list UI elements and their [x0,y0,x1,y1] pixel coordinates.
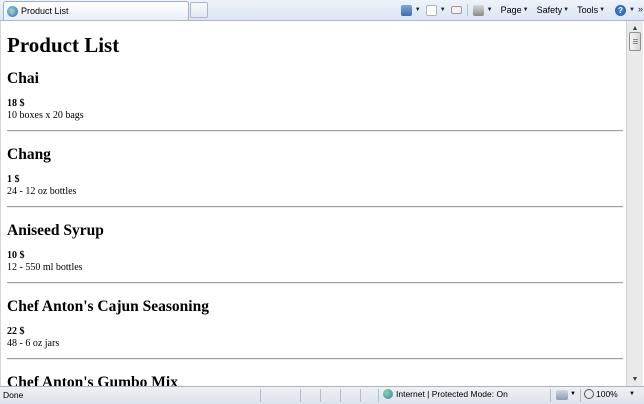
status-bar: Done Internet | Protected Mode: On ▼ 100… [0,386,644,404]
tab-title: Product List [21,6,69,16]
product-price: 22 $ [7,326,25,337]
protected-mode-icon[interactable] [556,390,568,400]
thumb-grip [633,39,638,40]
product-name: Chai [7,70,39,87]
status-separator [300,389,301,402]
toolbar-separator [466,4,468,16]
feeds-icon[interactable] [425,4,437,16]
product-price: 1 $ [7,174,20,185]
product-quantity: 24 - 12 oz bottles [7,186,77,197]
product-quantity: 10 boxes x 20 bags [7,110,84,121]
status-separator [340,389,341,402]
scrollbar-thumb[interactable] [629,32,641,51]
page-menu-arrow: ▼ [522,7,529,13]
feeds-dropdown-arrow[interactable]: ▼ [440,7,446,13]
product-divider [7,282,623,284]
protected-mode-arrow[interactable]: ▼ [570,391,576,397]
product-name: Chang [7,146,51,163]
security-zone[interactable]: Internet | Protected Mode: On [383,389,508,399]
page-menu[interactable]: Page ▼ [501,5,532,15]
product-name: Chef Anton's Gumbo Mix [7,374,178,386]
safety-menu[interactable]: Safety ▼ [537,5,572,15]
new-tab-button[interactable] [190,2,208,18]
safety-menu-label: Safety [536,5,563,15]
product-quantity: 12 - 550 ml bottles [7,262,83,273]
status-separator [360,389,361,402]
product-quantity: 48 - 6 oz jars [7,338,60,349]
help-menu-arrow: ▼ [629,7,635,13]
product-divider [7,358,623,360]
print-dropdown-arrow[interactable]: ▼ [487,7,493,13]
page-menu-label: Page [500,5,522,15]
help-menu[interactable]: ? ▼ [613,4,638,16]
product-divider [7,130,623,132]
home-icon[interactable] [400,4,412,16]
browser-tab[interactable]: e Product List [3,1,189,20]
status-separator [260,389,261,402]
ie-logo-icon: e [7,5,18,17]
scroll-down-arrow-icon[interactable]: ▼ [628,372,642,386]
vertical-scrollbar[interactable]: ▲ ▼ [626,21,643,386]
status-separator [320,389,321,402]
tools-menu[interactable]: Tools ▼ [577,5,608,15]
product-divider [7,206,623,208]
page-content: Product List Chai 18 $ 10 boxes x 20 bag… [0,21,626,386]
home-dropdown-arrow[interactable]: ▼ [415,7,421,13]
internet-zone-globe-icon [383,389,393,399]
status-text: Done [3,390,24,400]
product-price: 10 $ [7,250,25,261]
product-name: Chef Anton's Cajun Seasoning [7,298,209,315]
toolbar-overflow-chevron-icon[interactable]: » [638,4,643,14]
browser-toolbar: e Product List ▼ ▼ ▼ Page ▼ Safety ▼ Too… [0,0,644,21]
thumb-grip [633,43,638,44]
product-name: Aniseed Syrup [7,222,104,239]
zoom-dropdown-arrow[interactable]: ▼ [629,391,635,397]
zone-text: Internet | Protected Mode: On [396,389,508,399]
tools-menu-arrow: ▼ [599,7,606,13]
command-bar: ▼ ▼ ▼ Page ▼ Safety ▼ Tools ▼ ? ▼ [399,0,638,20]
tools-menu-label: Tools [577,5,599,15]
zoom-level: 100% [596,389,618,399]
status-separator [550,389,551,402]
safety-menu-arrow: ▼ [563,7,570,13]
status-separator [580,389,581,402]
help-icon: ? [615,4,627,16]
status-separator [378,389,379,402]
page-title: Product List [7,33,120,57]
product-price: 18 $ [7,98,25,109]
print-icon[interactable] [472,4,484,16]
thumb-grip [633,41,638,42]
mail-icon[interactable] [450,6,462,14]
zoom-magnifier-icon [584,389,594,399]
zoom-control[interactable]: 100% [584,389,618,399]
